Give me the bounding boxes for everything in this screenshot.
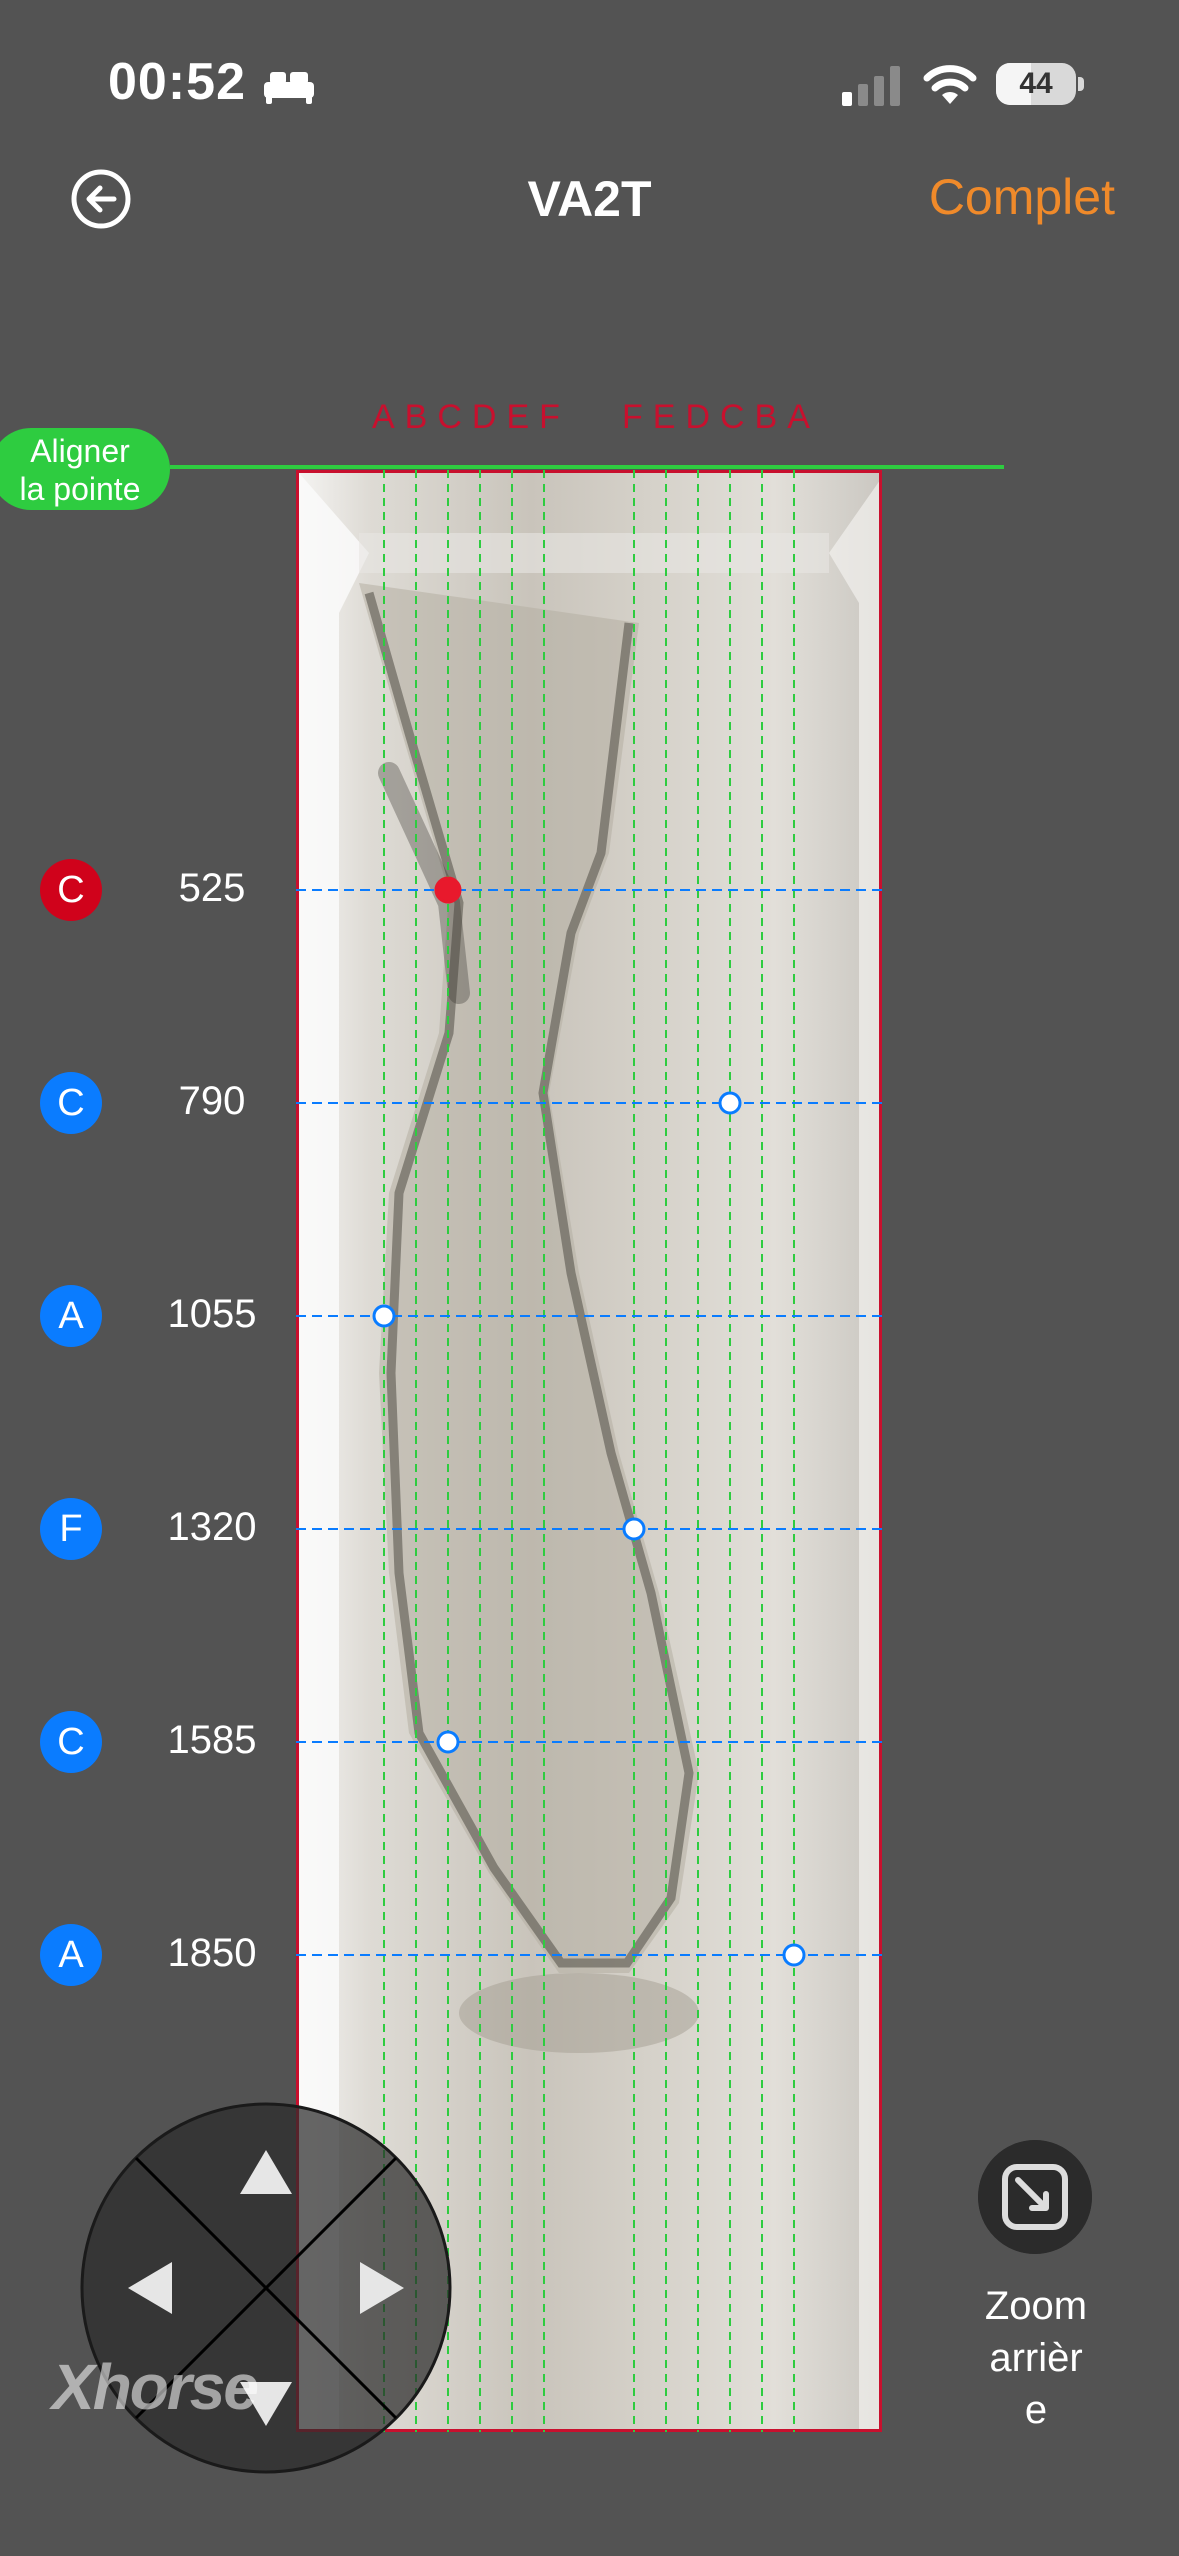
cut-position-value: 1585 [167, 1718, 257, 1762]
cut-depth-badge[interactable]: A [40, 1924, 102, 1986]
xhorse-logo: Xhorse [52, 2351, 259, 2423]
zoom-label-line2: arrièr [989, 2336, 1083, 2380]
cut-depth-badge[interactable]: A [40, 1285, 102, 1347]
battery-indicator: 44 [996, 63, 1076, 105]
battery-nub [1078, 77, 1084, 91]
cut-depth-badge[interactable]: C [40, 859, 102, 921]
cut-marker[interactable] [782, 1943, 806, 1967]
cut-position-value: 1055 [167, 1292, 257, 1336]
wifi-icon [923, 65, 977, 104]
column-letters-left: ABCDEF [372, 398, 570, 436]
cut-position-value: 525 [178, 866, 246, 910]
align-tip-button[interactable]: Aligner la pointe [0, 428, 170, 510]
cut-depth-badge[interactable]: C [40, 1072, 102, 1134]
cut-position-value: 1850 [167, 1931, 257, 1975]
cut-marker[interactable] [718, 1091, 742, 1115]
cut-marker[interactable] [436, 1730, 460, 1754]
battery-percent: 44 [1019, 67, 1053, 100]
sleep-focus-icon [264, 72, 314, 104]
zoom-label-line3: e [1024, 2388, 1048, 2432]
zoom-out-label: Zoom arrièr e [950, 2280, 1122, 2436]
tip-alignment-line[interactable] [170, 465, 1004, 469]
cut-marker[interactable] [372, 1304, 396, 1328]
cut-marker[interactable] [434, 876, 462, 904]
align-tip-label-line2: la pointe [19, 471, 141, 507]
cut-position-value: 1320 [167, 1505, 257, 1549]
complete-button[interactable]: Complet [929, 168, 1115, 226]
zoom-label-line1: Zoom [984, 2284, 1088, 2328]
cut-depth-badge[interactable]: F [40, 1498, 102, 1560]
zoom-out-button[interactable] [978, 2140, 1092, 2254]
cut-depth-badge[interactable]: C [40, 1711, 102, 1773]
cut-position-value: 790 [178, 1079, 246, 1123]
align-tip-label-line1: Aligner [30, 433, 130, 469]
column-letters-right: FEDCBA [622, 398, 820, 436]
cellular-signal-icon [842, 66, 900, 106]
cut-marker[interactable] [622, 1517, 646, 1541]
status-time: 00:52 [108, 53, 246, 111]
